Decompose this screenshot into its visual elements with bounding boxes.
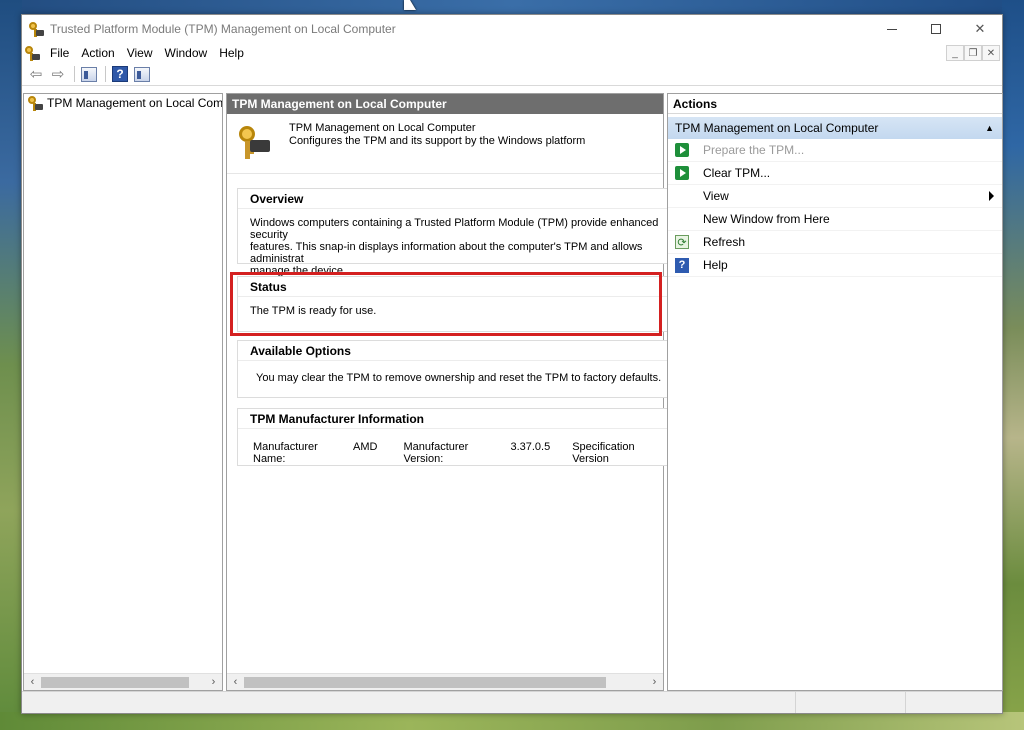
maximize-icon (931, 24, 941, 34)
mdi-minimize-button[interactable]: _ (946, 45, 964, 61)
available-options-section: Available Options You may clear the TPM … (237, 340, 669, 398)
action-prepare-tpm[interactable]: Prepare the TPM... (668, 139, 1002, 162)
green-play-icon (674, 165, 690, 181)
menu-window[interactable]: Window (159, 43, 214, 63)
actions-pane: Actions TPM Management on Local Computer… (667, 93, 1003, 691)
tree-item-tpm-management[interactable]: TPM Management on Local Comp (24, 94, 222, 112)
tree-horizontal-scrollbar[interactable]: ‹ › (24, 673, 222, 690)
forward-arrow-icon: ⇨ (51, 66, 65, 83)
refresh-icon: ⟳ (674, 234, 690, 250)
snapin-description: TPM Management on Local Computer Configu… (227, 114, 663, 174)
manufacturer-version-label: Manufacturer Version: (403, 441, 469, 465)
action-help[interactable]: ? Help (668, 254, 1002, 277)
wallpaper-left-edge (0, 0, 22, 730)
toolbar-separator (105, 66, 106, 82)
wallpaper-bottom-edge (0, 712, 1024, 730)
wallpaper-right-edge (1002, 0, 1024, 730)
menu-bar: File Action View Window Help _ ❐ ✕ (22, 43, 1002, 63)
show-hide-console-tree-button[interactable] (79, 65, 99, 83)
tpm-key-icon (28, 21, 44, 37)
action-pane-icon (134, 66, 150, 82)
actions-group-header[interactable]: TPM Management on Local Computer ▲ (668, 117, 1002, 139)
action-view[interactable]: View (668, 185, 1002, 208)
action-label: Prepare the TPM... (703, 143, 805, 157)
close-icon: ✕ (974, 21, 986, 36)
scroll-right-icon[interactable]: › (205, 676, 222, 688)
help-icon: ? (112, 66, 128, 82)
menu-help[interactable]: Help (213, 43, 250, 63)
title-bar[interactable]: Trusted Platform Module (TPM) Management… (22, 15, 1002, 43)
scroll-thumb[interactable] (244, 676, 606, 688)
action-label: View (703, 189, 729, 203)
tpm-key-icon[interactable] (24, 45, 40, 61)
manufacturer-name-label: Manufacturer Name: (253, 441, 318, 465)
back-arrow-icon: ⇦ (29, 66, 43, 83)
mouse-cursor (404, 0, 416, 10)
scroll-left-icon[interactable]: ‹ (227, 676, 244, 688)
scroll-thumb[interactable] (41, 676, 189, 688)
console-tree-pane: TPM Management on Local Comp ‹ › (23, 93, 223, 691)
wallpaper-sky (0, 0, 1024, 14)
close-button[interactable]: ✕ (958, 15, 1002, 43)
forward-button[interactable]: ⇨ (48, 65, 68, 83)
action-clear-tpm[interactable]: Clear TPM... (668, 162, 1002, 185)
action-label: Refresh (703, 235, 746, 249)
available-options-title: Available Options (238, 341, 668, 361)
green-play-icon (674, 142, 690, 158)
status-bar (22, 691, 1002, 713)
menu-action[interactable]: Action (75, 43, 120, 63)
help-toolbar-button[interactable]: ? (110, 65, 130, 83)
available-options-body: You may clear the TPM to remove ownershi… (256, 372, 662, 384)
results-pane-header: TPM Management on Local Computer (227, 94, 663, 114)
minimize-icon (887, 28, 897, 30)
mdi-restore-button[interactable]: ❐ (964, 45, 982, 61)
console-tree-icon (81, 66, 97, 82)
maximize-button[interactable] (914, 15, 958, 43)
actions-header: Actions (668, 94, 1002, 114)
overview-title: Overview (238, 189, 668, 209)
tpm-key-chip-icon (237, 126, 271, 160)
help-icon: ? (674, 257, 690, 273)
window-title: Trusted Platform Module (TPM) Management… (50, 22, 396, 36)
snapin-title: TPM Management on Local Computer (289, 122, 476, 134)
tree-item-label: TPM Management on Local Comp (47, 96, 222, 110)
results-horizontal-scrollbar[interactable]: ‹ › (227, 673, 663, 690)
overview-section: Overview Windows computers containing a … (237, 188, 669, 277)
manufacturer-info-row: Manufacturer Name: AMD Manufacturer Vers… (238, 429, 668, 465)
action-new-window[interactable]: New Window from Here (668, 208, 1002, 231)
mdi-close-button[interactable]: ✕ (982, 45, 1000, 61)
manufacturer-name-value: AMD (353, 441, 378, 453)
manufacturer-info-section: TPM Manufacturer Information Manufacture… (237, 408, 669, 466)
manufacturer-version-value: 3.37.0.5 (510, 441, 551, 453)
overview-body: Windows computers containing a Trusted P… (250, 217, 659, 277)
specification-version-label: Specification Version (572, 441, 635, 465)
actions-group-label: TPM Management on Local Computer (675, 121, 879, 135)
results-pane: TPM Management on Local Computer TPM Man… (226, 93, 669, 691)
snapin-subtitle: Configures the TPM and its support by th… (289, 135, 586, 147)
tpm-key-icon (27, 95, 43, 111)
status-title: Status (238, 277, 668, 297)
status-bar-segment (905, 692, 1002, 713)
mmc-window: Trusted Platform Module (TPM) Management… (21, 14, 1003, 714)
collapse-up-icon[interactable]: ▲ (985, 117, 994, 139)
action-refresh[interactable]: ⟳ Refresh (668, 231, 1002, 254)
scroll-right-icon[interactable]: › (646, 676, 663, 688)
scroll-left-icon[interactable]: ‹ (24, 676, 41, 688)
show-hide-action-pane-button[interactable] (132, 65, 152, 83)
minimize-button[interactable] (870, 15, 914, 43)
status-bar-segment (795, 692, 905, 713)
toolbar: ⇦ ⇨ ? (22, 63, 1002, 86)
menu-view[interactable]: View (121, 43, 159, 63)
action-label: New Window from Here (703, 212, 830, 226)
submenu-arrow-icon (989, 191, 994, 201)
manufacturer-info-title: TPM Manufacturer Information (238, 409, 668, 429)
status-body: The TPM is ready for use. (250, 305, 377, 317)
back-button[interactable]: ⇦ (26, 65, 46, 83)
action-label: Help (703, 258, 728, 272)
pane-area: TPM Management on Local Comp ‹ › TPM Man… (22, 87, 1003, 691)
toolbar-separator (74, 66, 75, 82)
action-label: Clear TPM... (703, 166, 771, 180)
menu-file[interactable]: File (44, 43, 75, 63)
status-section: Status The TPM is ready for use. (237, 276, 669, 332)
